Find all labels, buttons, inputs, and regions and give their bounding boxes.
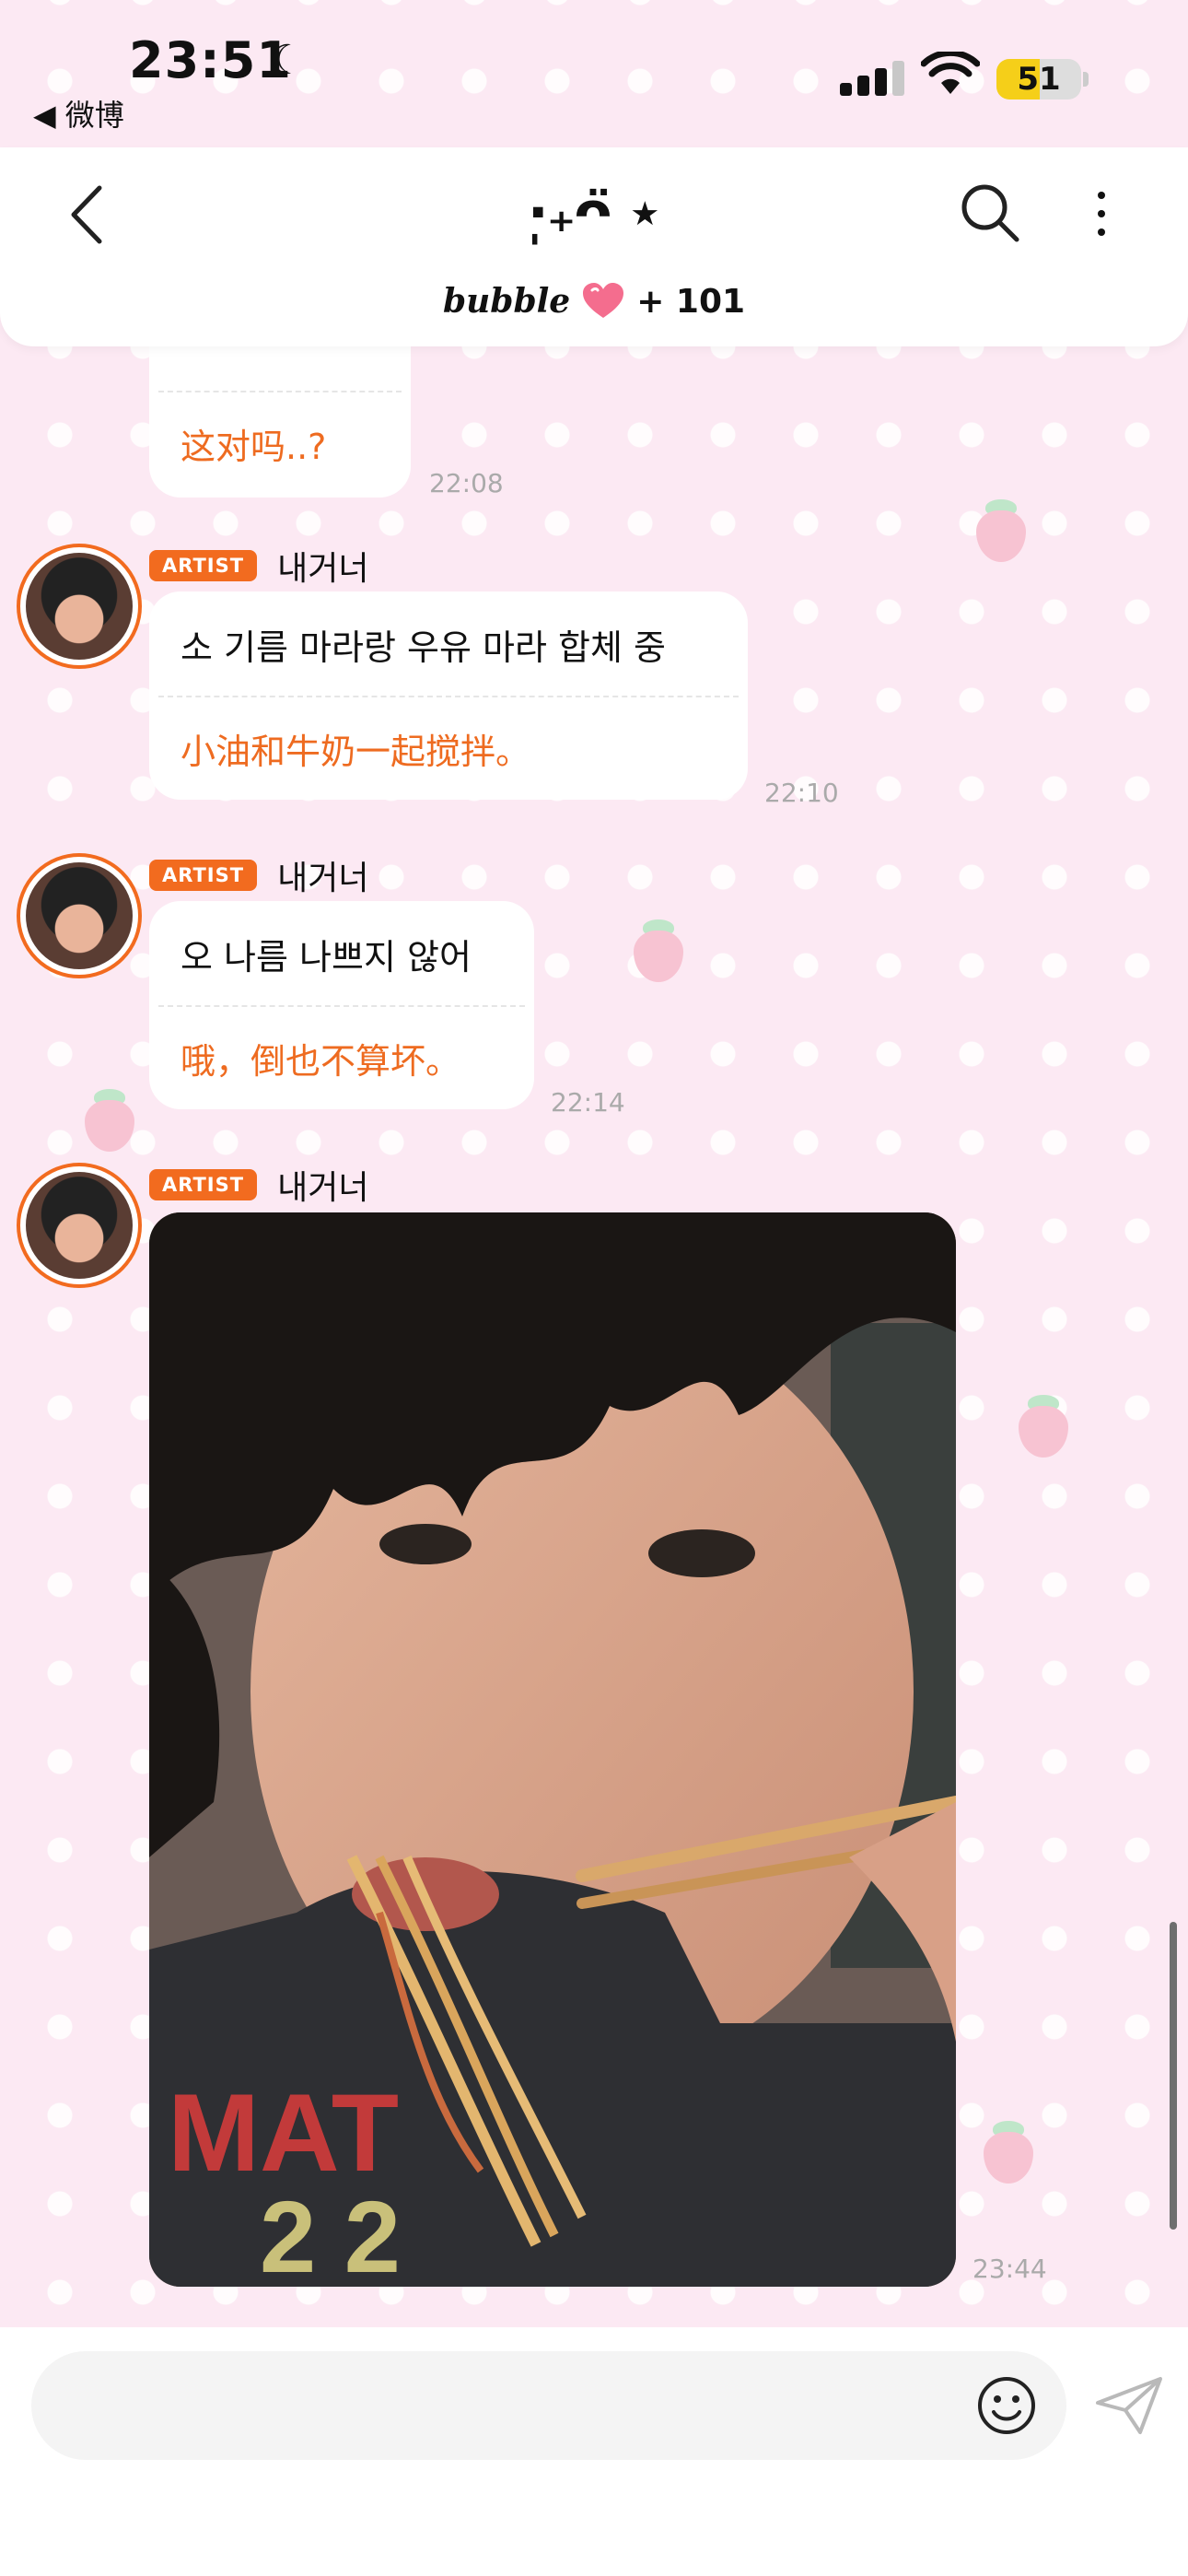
message-time: 22:10 — [764, 778, 839, 808]
battery-icon: 51 — [996, 59, 1081, 100]
artist-badge: ARTIST — [149, 550, 258, 581]
message-input[interactable] — [31, 2351, 1066, 2460]
strawberry-decoration — [1013, 1393, 1074, 1458]
message-translation: 这对吗..? — [181, 427, 327, 467]
status-bar: 23:51 ☾ ◀ 微博 51 — [0, 0, 1188, 147]
wifi-icon — [921, 52, 980, 94]
artist-badge: ARTIST — [149, 1169, 258, 1200]
message-translation: 哦，倒也不算坏。 — [181, 1041, 461, 1082]
strawberry-decoration — [971, 498, 1031, 562]
avatar[interactable] — [17, 544, 142, 669]
send-icon[interactable] — [1094, 2375, 1164, 2436]
back-to-app-link[interactable]: ◀ 微博 — [33, 92, 124, 135]
sender-name: 내거너 — [277, 1169, 369, 1207]
sender-row: ARTIST 내거너 — [149, 851, 368, 899]
svg-text:2 2: 2 2 — [260, 2181, 401, 2287]
message-time: 22:08 — [429, 468, 504, 498]
scrollbar[interactable] — [1170, 1922, 1177, 2230]
artist-badge: ARTIST — [149, 860, 258, 891]
photo-message[interactable]: MAT 2 2 — [149, 1212, 956, 2287]
cellular-signal-icon — [840, 61, 904, 96]
message-text: 소 기름 마라랑 우유 마라 합체 중 — [181, 627, 666, 668]
message-translation: 小油和牛奶一起搅拌。 — [181, 732, 531, 772]
strawberry-decoration — [978, 2119, 1039, 2184]
chat-header: ·̩₊ᴖ̈ ⋆ bubble + 101 — [0, 147, 1188, 346]
sender-row: ARTIST 내거너 — [149, 1161, 368, 1209]
heart-icon — [583, 283, 624, 318]
message-input-bar — [0, 2327, 1188, 2576]
battery-level: 51 — [1017, 61, 1061, 98]
message-bubble[interactable]: 소 기름 마라랑 우유 마라 합체 중 小油和牛奶一起搅拌。 — [149, 591, 748, 800]
message-time: 23:44 — [973, 2254, 1047, 2284]
search-icon[interactable] — [958, 181, 1022, 245]
sender-name: 내거너 — [277, 550, 369, 588]
sender-name: 내거너 — [277, 860, 369, 897]
emoji-icon[interactable] — [976, 2375, 1037, 2436]
avatar[interactable] — [17, 853, 142, 978]
strawberry-decoration — [79, 1087, 140, 1152]
photo-image: MAT 2 2 — [149, 1212, 956, 2287]
avatar[interactable] — [17, 1163, 142, 1288]
status-time: 23:51 — [129, 31, 292, 89]
bubble-brand-label: bubble — [442, 282, 571, 321]
bubble-count: + 101 — [636, 282, 746, 321]
message-time: 22:14 — [551, 1087, 625, 1118]
more-options-icon[interactable] — [1083, 184, 1120, 243]
moon-icon: ☾ — [269, 37, 306, 84]
message-text: 오 나름 나쁘지 않어 — [181, 937, 472, 978]
message-bubble[interactable]: 오 나름 나쁘지 않어 哦，倒也不算坏。 — [149, 901, 534, 1109]
sender-row: ARTIST 내거너 — [149, 542, 368, 590]
strawberry-decoration — [628, 918, 689, 982]
svg-text:MAT: MAT — [168, 2071, 399, 2195]
bubble-count-row: bubble + 101 — [0, 282, 1188, 321]
